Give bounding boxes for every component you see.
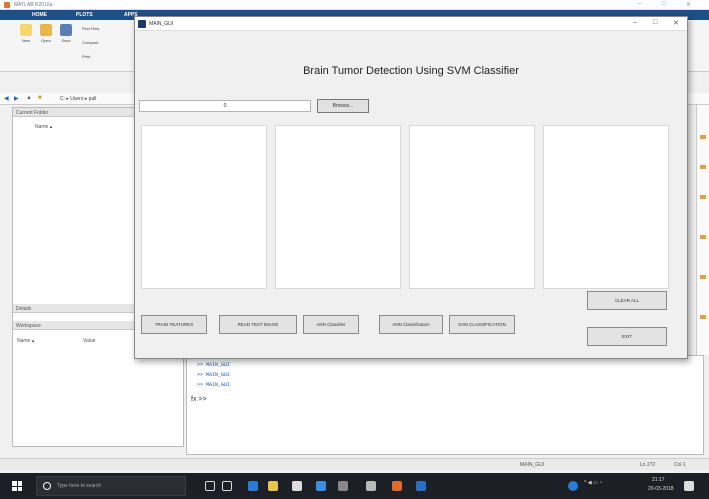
image-axes-1 xyxy=(141,125,267,289)
workspace-value-column[interactable]: Value xyxy=(83,338,95,344)
command-history-line: >> MAIN_GUI xyxy=(197,382,231,388)
image-path-field[interactable]: 0 xyxy=(139,100,311,112)
marker[interactable] xyxy=(700,195,706,199)
marker[interactable] xyxy=(700,165,706,169)
store-icon[interactable] xyxy=(292,481,302,491)
matlab-logo-icon xyxy=(4,2,10,8)
command-window[interactable]: >> MAIN_GUI >> MAIN_GUI >> MAIN_GUI fx >… xyxy=(186,355,704,455)
status-column: Col 1 xyxy=(674,462,686,468)
ann-classifier-button[interactable]: ANN Classifier xyxy=(303,315,359,334)
read-test-image-button[interactable]: READ TEST IMAGE xyxy=(219,315,297,334)
browse-button[interactable]: Browse... xyxy=(317,99,369,113)
image-axes-3 xyxy=(409,125,535,289)
tray-icons[interactable]: ^ ◀ ▭ ◔ xyxy=(584,480,602,486)
matlab-taskbar-icon[interactable] xyxy=(392,481,402,491)
back-icon[interactable]: ◀ xyxy=(4,95,9,102)
command-history-line: >> MAIN_GUI xyxy=(197,362,231,368)
gui-window-title: MAIN_GUI xyxy=(149,21,174,27)
editor-scroll-markers xyxy=(696,105,709,355)
clock-date[interactable]: 20-03-2018 xyxy=(648,486,674,492)
clock-time[interactable]: 21:17 xyxy=(652,477,665,483)
new-label: New xyxy=(21,38,30,43)
save-label: Save xyxy=(61,38,71,43)
dropbox-icon[interactable] xyxy=(316,481,326,491)
current-path[interactable]: C: ▸ Users ▸ pall xyxy=(60,96,96,102)
status-line: Ln 272 xyxy=(640,462,656,468)
tab-home[interactable]: HOME xyxy=(32,12,47,18)
maximize-icon[interactable]: □ xyxy=(662,1,666,7)
gui-titlebar: MAIN_GUI – □ ✕ xyxy=(135,17,687,31)
minimize-icon[interactable]: – xyxy=(638,1,641,7)
app-icon[interactable] xyxy=(338,481,348,491)
word-icon[interactable] xyxy=(416,481,426,491)
matlab-window-title: MATLAB R2016a xyxy=(14,2,53,8)
page-title: Brain Tumor Detection Using SVM Classifi… xyxy=(303,65,519,77)
figure-icon xyxy=(138,20,146,28)
save-button[interactable]: Save xyxy=(58,24,74,44)
taskbar-search-placeholder: Type here to search xyxy=(57,483,102,489)
tab-plots[interactable]: PLOTS xyxy=(76,12,93,18)
find-files-button[interactable]: Find Files xyxy=(82,26,99,31)
microphone-icon[interactable] xyxy=(205,481,215,491)
image-axes-2 xyxy=(275,125,401,289)
compare-button[interactable]: Compare xyxy=(82,40,98,45)
marker[interactable] xyxy=(700,275,706,279)
status-script-name: MAIN_GUI xyxy=(520,462,545,468)
exit-button[interactable]: EXIT xyxy=(587,327,667,346)
gui-minimize-icon[interactable]: – xyxy=(633,19,637,26)
ann-classification-button[interactable]: ANN Classification xyxy=(379,315,443,334)
task-view-icon[interactable] xyxy=(222,481,232,491)
gui-close-icon[interactable]: ✕ xyxy=(673,19,679,27)
clear-all-button[interactable]: CLEAR ALL xyxy=(587,291,667,310)
new-file-icon xyxy=(20,24,32,36)
edge-browser-icon[interactable] xyxy=(248,481,258,491)
marker[interactable] xyxy=(700,315,706,319)
print-button[interactable]: Print xyxy=(82,54,90,59)
open-button[interactable]: Open xyxy=(38,24,54,44)
matlab-titlebar: MATLAB R2016a – □ ✕ xyxy=(0,0,709,10)
new-script-button[interactable]: New xyxy=(18,24,34,44)
close-icon[interactable]: ✕ xyxy=(686,1,691,8)
windows-taskbar: Type here to search ^ ◀ ▭ ◔ 21:17 20-03-… xyxy=(0,473,709,499)
open-label: Open xyxy=(41,38,51,43)
forward-icon[interactable]: ▶ xyxy=(14,95,19,102)
network-icon[interactable] xyxy=(568,481,578,491)
cortana-icon xyxy=(43,482,51,490)
windows-start-icon[interactable] xyxy=(12,481,22,491)
train-features-button[interactable]: TRAIN FEATURES xyxy=(141,315,207,334)
marker[interactable] xyxy=(700,135,706,139)
open-folder-icon xyxy=(40,24,52,36)
workspace-name-column[interactable]: Name ▴ xyxy=(17,338,34,344)
command-history-line: >> MAIN_GUI xyxy=(197,372,231,378)
up-folder-icon[interactable]: ▲ xyxy=(26,95,32,101)
app-icon[interactable] xyxy=(366,481,376,491)
file-explorer-icon[interactable] xyxy=(268,481,278,491)
marker[interactable] xyxy=(700,235,706,239)
save-icon xyxy=(60,24,72,36)
image-axes-4 xyxy=(543,125,669,289)
command-prompt[interactable]: fx >> xyxy=(191,396,207,403)
main-gui-window: MAIN_GUI – □ ✕ Brain Tumor Detection Usi… xyxy=(134,16,688,359)
gui-maximize-icon[interactable]: □ xyxy=(653,19,657,26)
taskbar-search-box[interactable]: Type here to search xyxy=(36,476,186,496)
browse-folder-icon[interactable]: ■ xyxy=(38,95,42,101)
name-column-header[interactable]: Name ▴ xyxy=(35,124,52,130)
status-bar: MAIN_GUI Ln 272 Col 1 xyxy=(0,458,709,470)
svm-classification-button[interactable]: SVM CLASSIFICATION xyxy=(449,315,515,334)
notifications-icon[interactable] xyxy=(684,481,694,491)
